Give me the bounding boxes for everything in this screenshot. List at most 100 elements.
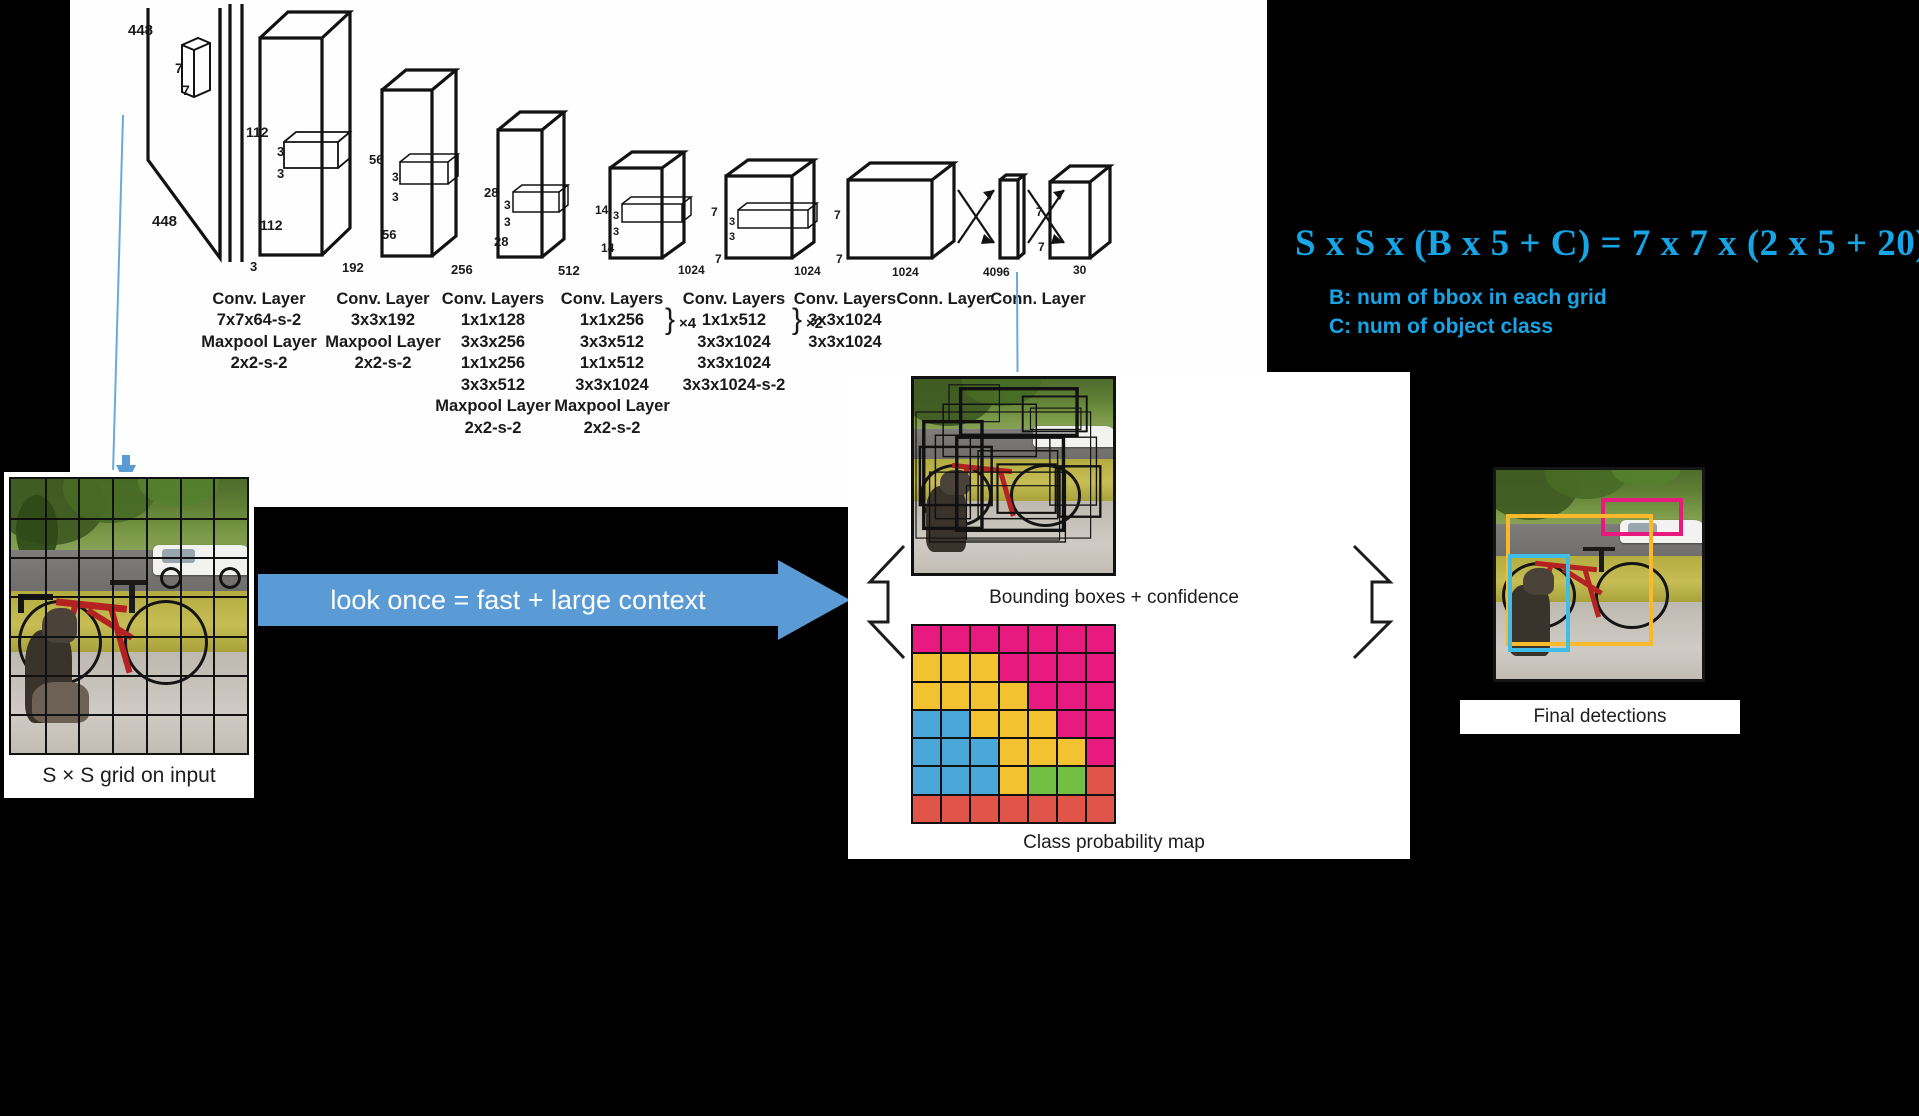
dimension-label: 3 (392, 190, 399, 204)
grid-line-horizontal (11, 674, 247, 677)
class-map-cell-r7-c3 (971, 795, 998, 822)
layer-caption-line: 1x1x256 (460, 354, 526, 373)
class-map-cell-r3-c7 (1087, 682, 1114, 709)
layer-caption-line: 3x3x1024-s-2 (682, 375, 786, 394)
dimension-label: 1024 (794, 264, 821, 278)
layer-caption-title: Conv. Layers (560, 290, 664, 308)
class-map-cell-r4-c7 (1087, 710, 1114, 738)
dimension-label: 56 (382, 227, 397, 242)
class-map-cell-r6-c7 (1087, 767, 1114, 794)
formula-legend-b: B: num of bbox in each grid (1329, 286, 1607, 309)
class-map-cell-r5-c7 (1087, 739, 1114, 766)
class-map-cell-r6-c5 (1029, 767, 1056, 794)
class-map-cell-r2-c4 (1000, 654, 1027, 681)
class-map-cell-r6-c4 (1000, 767, 1027, 794)
dimension-label: 112 (246, 124, 269, 140)
class-map-cell-r7-c2 (942, 795, 969, 822)
dimension-label: 56 (369, 152, 384, 167)
layer-caption-line: Maxpool Layer (201, 332, 317, 351)
grid-overlay (11, 479, 247, 753)
dimension-label: 512 (558, 263, 580, 278)
bounding-boxes-caption: Bounding boxes + confidence (989, 587, 1239, 608)
dimension-label: 3 (504, 215, 511, 229)
grid-line-horizontal (11, 557, 247, 560)
class-map-cell-r3-c4 (1000, 682, 1027, 709)
dimension-label: 3 (613, 226, 620, 238)
dimension-label: 7 (182, 82, 190, 98)
class-map-cell-r7-c6 (1058, 795, 1085, 822)
formula-legend-c: C: num of object class (1329, 315, 1554, 339)
layer-caption-line: 2x2-s-2 (583, 418, 641, 437)
dimension-label: 7 (715, 252, 722, 266)
dimension-label: 28 (494, 234, 509, 249)
class-map-cell-r7-c4 (1000, 795, 1027, 822)
dimension-label: 1024 (892, 265, 919, 279)
layer-caption-line: 3x3x512 (460, 375, 526, 394)
layer-caption-4: Conv. Layers 1x1x256 3x3x512 1x1x512 3x3x102… (547, 289, 677, 439)
dimension-label: 4096 (983, 265, 1010, 279)
layer-caption-line: 2x2-s-2 (464, 418, 522, 437)
class-map-cell-r5-c6 (1058, 739, 1085, 766)
class-map-cell-r7-c7 (1087, 795, 1114, 822)
pipeline-panel: Bounding boxes + confidence Class probab… (848, 372, 1410, 859)
class-map-cell-r2-c2 (942, 654, 969, 681)
input-stage-caption: S × S grid on input (4, 760, 254, 798)
grid-line-horizontal (11, 713, 247, 716)
class-probability-caption: Class probability map (1023, 832, 1205, 853)
layer-caption-title: Conv. Layer (212, 290, 306, 308)
class-map-cell-r2-c5 (1029, 654, 1056, 681)
dimension-label: 3 (613, 210, 620, 222)
dimension-label: 7 (1038, 240, 1045, 254)
dimension-label: 192 (342, 260, 364, 275)
dimension-label: 256 (451, 262, 473, 277)
class-map-cell-r4-c6 (1058, 710, 1085, 738)
class-map-cell-r1-c1 (913, 626, 940, 653)
dimension-label: 14 (601, 241, 615, 255)
class-map-cell-r4-c5 (1029, 710, 1056, 738)
look-once-banner: look once = fast + large context (258, 560, 850, 640)
class-map-cell-r3-c1 (913, 682, 940, 709)
class-map-cell-r5-c5 (1029, 739, 1056, 766)
dog-box (1508, 553, 1571, 652)
grid-line-horizontal (11, 596, 247, 599)
layer-caption-line: 1x1x512 (579, 354, 645, 373)
dimension-label: 448 (152, 213, 178, 230)
layer-caption-line: 3x3x1024 (575, 375, 649, 394)
class-map-cell-r1-c6 (1058, 626, 1085, 653)
class-probability-map (911, 624, 1116, 824)
dimension-label: 28 (484, 185, 499, 200)
dimension-label: 3 (504, 198, 511, 212)
input-grid-card (4, 472, 254, 760)
class-map-cell-r6-c3 (971, 767, 998, 794)
grid-line-horizontal (11, 635, 247, 638)
class-map-cell-r6-c1 (913, 767, 940, 794)
layer-caption-8: Conn. Layer (978, 289, 1098, 310)
dimension-label: 3 (729, 231, 736, 243)
class-map-cell-r2-c1 (913, 654, 940, 681)
dimension-label: 3 (392, 170, 399, 184)
class-map-cell-r4-c4 (1000, 710, 1027, 738)
layer-caption-line: Maxpool Layer (435, 397, 551, 416)
dimension-label: 30 (1073, 263, 1087, 277)
layer-caption-line: 3x3x1024 (808, 311, 882, 330)
class-map-cell-r6-c2 (942, 767, 969, 794)
input-photo (9, 477, 249, 755)
class-map-cell-r4-c3 (971, 710, 998, 738)
final-detections-caption: Final detections (1460, 700, 1740, 734)
dimension-label: 3 (277, 166, 285, 181)
dimension-label: 7 (711, 205, 718, 219)
layer-caption-line: 1x1x256 (579, 311, 645, 330)
class-map-cell-r6-c6 (1058, 767, 1085, 794)
class-map-cell-r3-c5 (1029, 682, 1056, 709)
class-map-cell-r4-c1 (913, 710, 940, 738)
dimension-label: 7 (836, 252, 843, 266)
class-map-cell-r1-c5 (1029, 626, 1056, 653)
formula-block: S x S x (B x 5 + C) = 7 x 7 x (2 x 5 + 2… (1295, 222, 1919, 342)
layer-caption-line: 2x2-s-2 (230, 354, 288, 373)
class-map-cell-r3-c3 (971, 682, 998, 709)
layer-caption-line: 7x7x64-s-2 (216, 311, 302, 330)
class-map-cell-r7-c5 (1029, 795, 1056, 822)
bounding-boxes-image (911, 376, 1116, 576)
detection-box-overlay (1496, 470, 1702, 679)
layer-caption-line: Maxpool Layer (554, 397, 670, 416)
